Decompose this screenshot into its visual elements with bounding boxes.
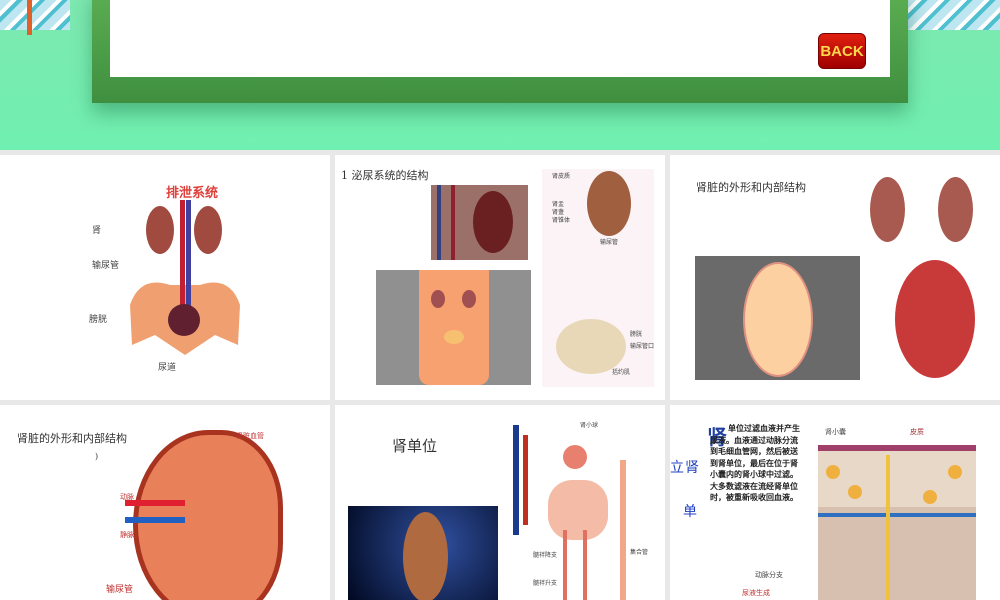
- kidney-image: [938, 177, 973, 242]
- slide-title: 肾脏的外形和内部结构: [696, 181, 806, 194]
- slide-thumbnail-4[interactable]: 肾脏的外形和内部结构 ) 肾脏血管 动脉 静脉 输尿管: [0, 405, 330, 600]
- vein: [125, 517, 185, 523]
- slide-thumbnail-6[interactable]: 立 肾 单 肾 单位过滤血液并产生尿液。血液通过动脉分流到毛细血管网，然后被送到…: [670, 405, 1000, 600]
- slide-thumbnail-5[interactable]: 肾单位 肾小球 髓袢降支 髓袢升支 集合管: [335, 405, 665, 600]
- label: 肾小球: [580, 422, 599, 429]
- slide-board: [110, 0, 890, 77]
- artery: [125, 500, 185, 506]
- label: 膀胱: [89, 315, 108, 325]
- label: 动脉分支: [755, 571, 783, 579]
- label: 膀胱: [630, 331, 643, 338]
- kidney-structure-illustration: [133, 430, 283, 600]
- body-diagram: [376, 270, 531, 385]
- label: 静脉: [120, 531, 134, 539]
- kidney-diagram: [431, 185, 528, 260]
- label: 髓袢降支: [533, 552, 558, 559]
- slide-title: 1 泌尿系统的结构: [341, 169, 429, 182]
- label: 肾脏血管: [236, 432, 264, 440]
- urinary-tract-diagram: 肾皮质 肾盂 肾盏 肾锥体 输尿管 膀胱 输尿管口 括约肌: [542, 169, 654, 387]
- back-button[interactable]: BACK: [818, 33, 866, 69]
- label: 括约肌: [612, 369, 631, 376]
- wave-decoration: [905, 0, 1000, 30]
- label: 输尿管口: [630, 343, 655, 350]
- nephron-diagram: 肾小球 髓袢降支 髓袢升支 集合管: [503, 420, 648, 600]
- label: 肾皮质: [552, 173, 571, 180]
- side-title: 肾: [685, 460, 699, 476]
- label: 输尿管: [106, 585, 134, 596]
- label: 尿道: [158, 363, 177, 373]
- label: 髓袢升支: [533, 580, 558, 587]
- label: 肾: [92, 226, 102, 236]
- label: 输尿管: [92, 261, 120, 271]
- slide-title: 肾单位: [392, 437, 438, 455]
- label: 尿液生成: [742, 589, 770, 597]
- label: 肾小囊: [825, 428, 846, 436]
- kidney-image: [870, 177, 905, 242]
- current-slide: BACK: [0, 0, 1000, 150]
- slide-title: 肾脏的外形和内部结构: [17, 432, 127, 445]
- slide-text: ): [95, 452, 99, 461]
- kidney-section-diagram: [695, 256, 860, 380]
- slide-thumbnail-3[interactable]: 肾脏的外形和内部结构: [670, 155, 1000, 400]
- wave-decoration: [0, 0, 70, 30]
- label: 动脉: [120, 493, 134, 501]
- label: 肾锥体: [552, 217, 571, 224]
- kidney-3d-image: [348, 506, 498, 600]
- slide-paragraph: 单位过滤血液并产生尿液。血液通过动脉分流到毛细血管网，然后被送到肾单位，最后在位…: [710, 423, 800, 502]
- label: 集合管: [630, 549, 649, 556]
- nephron-tissue-diagram: [818, 445, 976, 600]
- slide-thumbnail-2[interactable]: 1 泌尿系统的结构 肾皮质 肾盂 肾盏 肾锥体 输尿管 膀胱 输尿管口 括约肌: [335, 155, 665, 400]
- label: 皮质: [910, 428, 924, 436]
- side-title: 立: [670, 460, 684, 476]
- side-title: 单: [683, 504, 697, 520]
- slide-thumbnail-1[interactable]: 排泄系统 肾 输尿管 膀胱 尿道: [0, 155, 330, 400]
- excretory-system-illustration: [130, 200, 240, 355]
- pole-decoration: [27, 0, 32, 35]
- label: 输尿管: [600, 239, 619, 246]
- kidney-cross-section: [895, 260, 975, 378]
